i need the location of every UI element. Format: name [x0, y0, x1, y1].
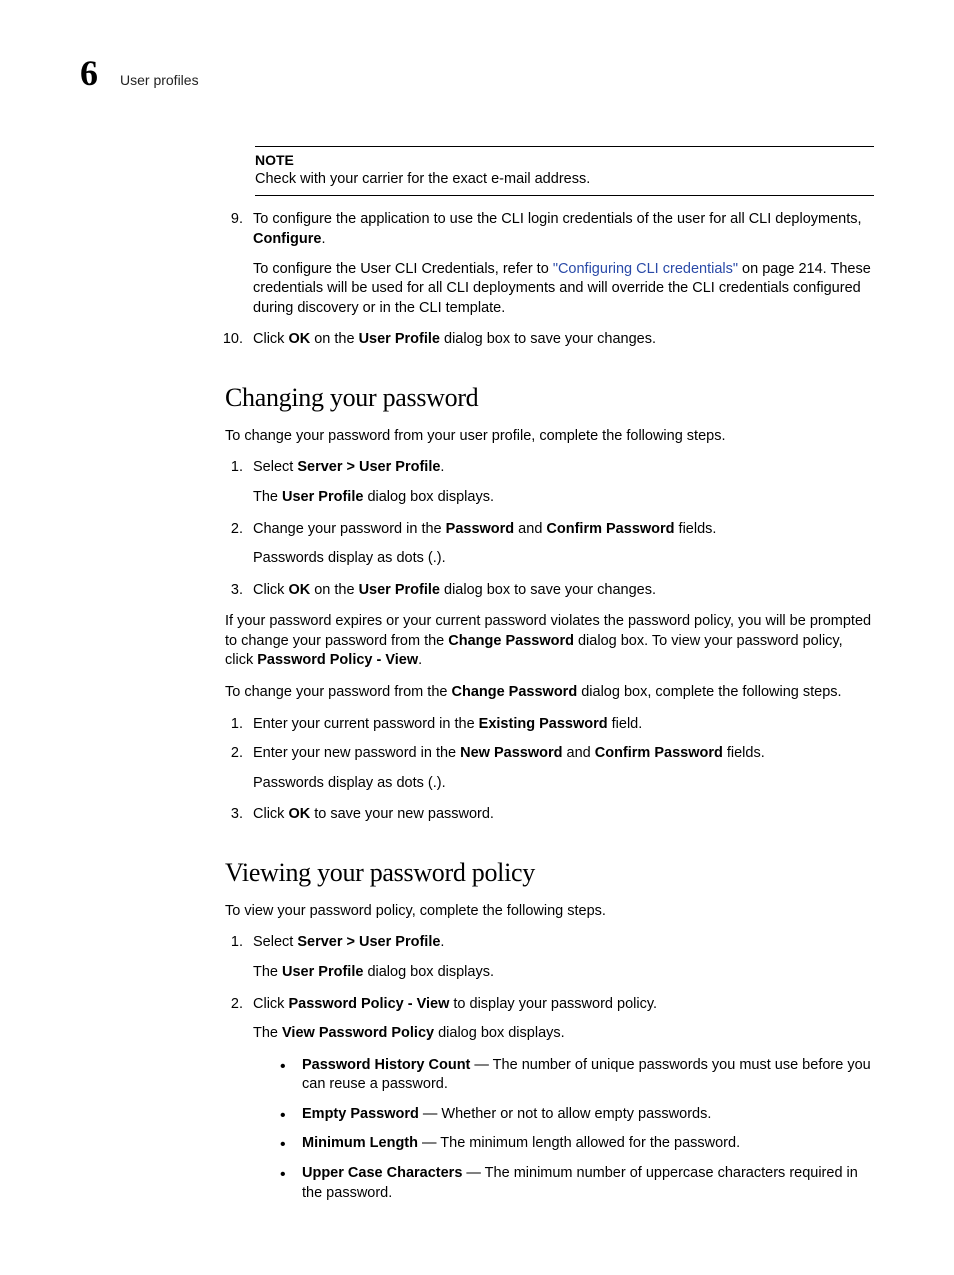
s1l1-step2-sub: Passwords display as dots (.). [253, 549, 874, 569]
step-9-sub: To configure the User CLI Credentials, r… [253, 260, 874, 319]
top-steps-list: To configure the application to use the … [225, 210, 874, 349]
s2-step2: Click Password Policy - View to display … [247, 995, 874, 1044]
s2-step2-sub: The View Password Policy dialog box disp… [253, 1024, 874, 1044]
note-label: NOTE [255, 151, 874, 170]
s1l2-step1: Enter your current password in the Exist… [247, 715, 874, 735]
s1l2-step2: Enter your new password in the New Passw… [247, 744, 874, 793]
step-9-text: To configure the application to use the … [253, 211, 862, 247]
bullet-min-length: Minimum Length — The minimum length allo… [280, 1134, 874, 1154]
page-header: 6 User profiles [80, 55, 874, 91]
step-10: Click OK on the User Profile dialog box … [247, 330, 874, 350]
main-content: NOTE Check with your carrier for the exa… [225, 146, 874, 1203]
s1l1-step2: Change your password in the Password and… [247, 520, 874, 569]
page: 6 User profiles NOTE Check with your car… [0, 0, 954, 1275]
chapter-number: 6 [80, 55, 98, 91]
policy-bullets: Password History Count — The number of u… [280, 1056, 874, 1203]
s1l2-step2-sub: Passwords display as dots (.). [253, 774, 874, 794]
note-text: Check with your carrier for the exact e-… [255, 170, 874, 190]
bullet-history-count: Password History Count — The number of u… [280, 1056, 874, 1095]
section1-para2: To change your password from the Change … [225, 683, 874, 703]
heading-changing-password: Changing your password [225, 380, 874, 415]
section2-list: Select Server > User Profile. The User P… [225, 933, 874, 1043]
bullet-empty-password: Empty Password — Whether or not to allow… [280, 1105, 874, 1125]
step-10-text: Click OK on the User Profile dialog box … [253, 331, 656, 347]
section1-list2: Enter your current password in the Exist… [225, 715, 874, 825]
step-9: To configure the application to use the … [247, 210, 874, 318]
s1l1-step3: Click OK on the User Profile dialog box … [247, 581, 874, 601]
note-box: NOTE Check with your carrier for the exa… [255, 146, 874, 196]
section1-para1: If your password expires or your current… [225, 612, 874, 671]
header-section-title: User profiles [120, 72, 199, 88]
s2-step1-sub: The User Profile dialog box displays. [253, 963, 874, 983]
configuring-cli-credentials-link[interactable]: "Configuring CLI credentials" [553, 261, 738, 277]
section1-intro: To change your password from your user p… [225, 427, 874, 447]
s1l2-step3: Click OK to save your new password. [247, 805, 874, 825]
s1l1-step1-sub: The User Profile dialog box displays. [253, 488, 874, 508]
section1-list1: Select Server > User Profile. The User P… [225, 458, 874, 600]
bullet-upper-case: Upper Case Characters — The minimum numb… [280, 1164, 874, 1203]
section2-intro: To view your password policy, complete t… [225, 902, 874, 922]
heading-viewing-policy: Viewing your password policy [225, 855, 874, 890]
s1l1-step1: Select Server > User Profile. The User P… [247, 458, 874, 507]
s2-step1: Select Server > User Profile. The User P… [247, 933, 874, 982]
